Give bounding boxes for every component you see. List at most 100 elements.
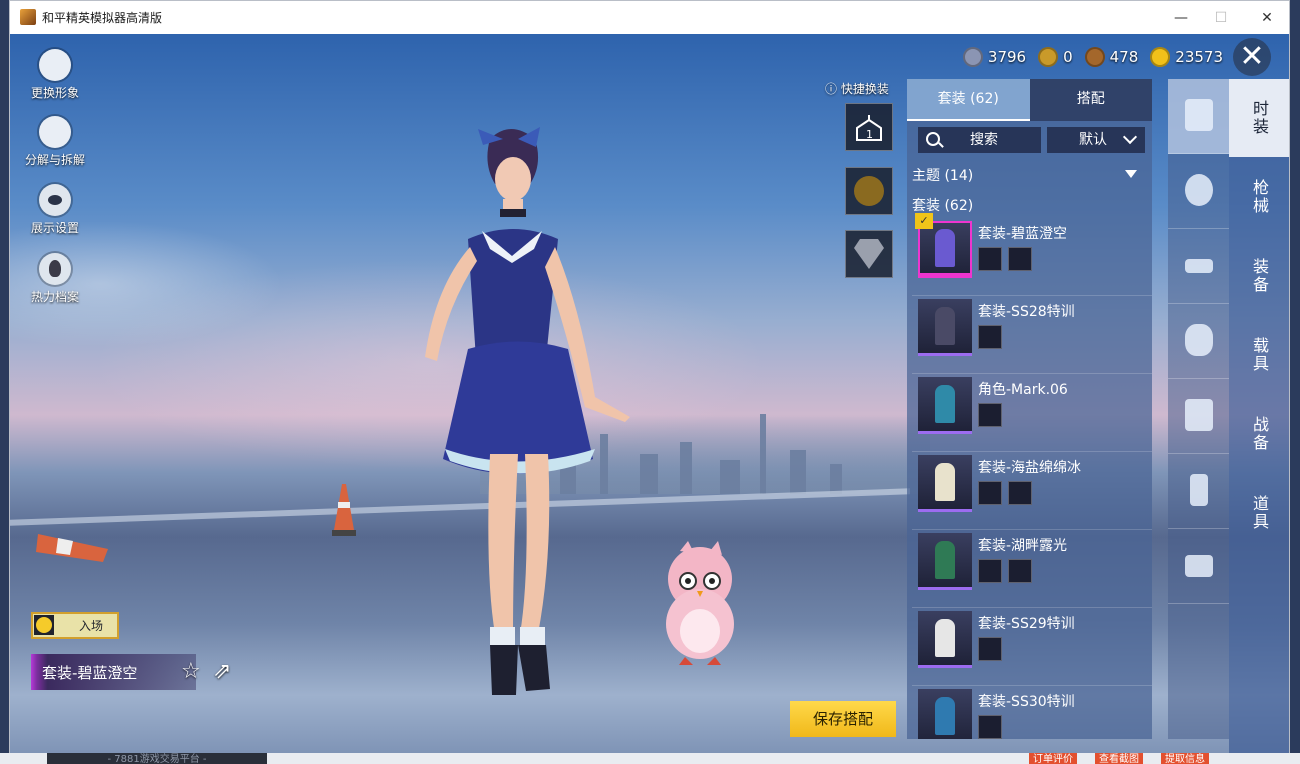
item-thumbnail <box>918 611 972 668</box>
item-thumbnail <box>918 533 972 590</box>
tab-props[interactable]: 道具 <box>1229 474 1289 552</box>
bag-icon <box>1185 174 1213 206</box>
category-icons <box>1168 79 1229 739</box>
help-icon: ⓘ <box>825 82 838 96</box>
smiley-icon <box>34 615 54 635</box>
quick-slot-locked-1[interactable] <box>845 167 893 215</box>
search-icon <box>926 132 940 146</box>
disassemble-button[interactable]: 分解与拆解 <box>20 116 90 168</box>
list-item[interactable]: 套装-海盐绵绵冰 <box>912 451 1152 530</box>
close-wardrobe-button[interactable]: ✕ <box>1233 38 1271 76</box>
gold-ring-coin-icon <box>1038 47 1059 67</box>
item-thumbnail <box>918 221 972 278</box>
order-review-button[interactable]: 订单评价 <box>1029 753 1077 764</box>
chevron-down-icon <box>1122 129 1138 145</box>
dropdown-triangle-icon[interactable] <box>1125 170 1137 178</box>
category-top[interactable] <box>1168 379 1229 454</box>
currency-lightning: 23573 <box>1150 47 1223 67</box>
glasses-icon <box>1185 259 1213 273</box>
close-window-button[interactable]: ✕ <box>1255 7 1279 29</box>
tab-combat-prep[interactable]: 战备 <box>1229 395 1289 473</box>
category-pants[interactable] <box>1168 454 1229 529</box>
display-settings-button[interactable]: 展示设置 <box>20 184 90 236</box>
tab-outfits[interactable]: 套装 (62) <box>907 79 1030 121</box>
sub-item[interactable] <box>1008 559 1032 583</box>
eye-icon <box>39 184 71 216</box>
app-icon <box>20 9 36 25</box>
sub-item[interactable] <box>978 403 1002 427</box>
close-icon: ✕ <box>1239 39 1265 74</box>
lightning-coin-icon <box>1150 47 1171 67</box>
svg-text:1: 1 <box>866 128 873 141</box>
minimize-button[interactable]: — <box>1169 7 1193 29</box>
flame-icon <box>39 253 71 285</box>
jacket-icon <box>1185 399 1213 431</box>
search-box[interactable]: 搜索 <box>918 127 1041 153</box>
favorite-star-icon[interactable]: ☆ <box>181 659 201 684</box>
title-bar: 和平精英模拟器高清版 — ☐ ✕ <box>10 1 1289 34</box>
outfits-count: 套装 (62) <box>912 198 974 214</box>
quick-slot-locked-2[interactable] <box>845 230 893 278</box>
category-mask[interactable] <box>1168 304 1229 379</box>
category-glasses[interactable] <box>1168 229 1229 304</box>
currency-bronze: 478 <box>1084 47 1138 67</box>
trophy-icon <box>854 176 884 206</box>
list-item[interactable]: 套装-SS28特训 <box>912 295 1152 374</box>
currency-bar: 3796 0 478 23573 <box>962 44 1223 70</box>
sub-item[interactable] <box>978 637 1002 661</box>
maximize-button[interactable]: ☐ <box>1209 7 1233 29</box>
currency-gold-ring: 0 <box>1038 47 1073 67</box>
list-item[interactable]: 角色-Mark.06 <box>912 373 1152 452</box>
sub-item[interactable] <box>978 481 1002 505</box>
window-title: 和平精英模拟器高清版 <box>42 11 163 25</box>
list-item[interactable]: 套装-SS29特训 <box>912 607 1152 686</box>
share-icon[interactable]: ⇗ <box>213 659 231 684</box>
sub-item[interactable] <box>978 715 1002 739</box>
desktop-strip: - 7881游戏交易平台 - 订单评价 查看截图 提取信息 <box>0 753 1300 764</box>
sub-item[interactable] <box>1008 247 1032 271</box>
category-bag[interactable] <box>1168 154 1229 229</box>
tab-match[interactable]: 搭配 <box>1029 79 1152 121</box>
category-outfit[interactable] <box>1168 79 1229 154</box>
list-item[interactable]: 套装-湖畔露光 <box>912 529 1152 608</box>
equipped-check-icon: ✓ <box>915 213 933 229</box>
pet-companion <box>666 541 734 665</box>
diamond-icon <box>854 239 884 269</box>
sub-item[interactable] <box>978 559 1002 583</box>
item-thumbnail <box>918 377 972 434</box>
silver-coin-icon <box>962 47 983 67</box>
sub-item[interactable] <box>1008 481 1032 505</box>
extract-info-button[interactable]: 提取信息 <box>1161 753 1209 764</box>
tab-vehicles[interactable]: 载具 <box>1229 316 1289 394</box>
sort-dropdown[interactable]: 默认 <box>1047 127 1145 153</box>
puzzle-icon <box>39 116 71 148</box>
tab-weapons[interactable]: 枪械 <box>1229 158 1289 236</box>
hanger-icon: 1 <box>854 112 884 142</box>
standing-cone <box>332 484 356 536</box>
main-category-tabs: 时装 枪械 装备 载具 战备 道具 <box>1229 79 1289 753</box>
app-window: 和平精英模拟器高清版 — ☐ ✕ 更换形象 分解与拆解 展示设置 热力档案 37… <box>9 0 1290 753</box>
list-item[interactable]: ✓ 套装-碧蓝澄空 <box>912 213 1152 296</box>
category-shoes[interactable] <box>1168 529 1229 604</box>
game-viewport: 更换形象 分解与拆解 展示设置 热力档案 3796 0 478 23573 ✕ … <box>10 34 1289 753</box>
list-item[interactable]: 套装-SS30特训 <box>912 685 1152 739</box>
change-avatar-button[interactable]: 更换形象 <box>20 49 90 101</box>
heat-archive-button[interactable]: 热力档案 <box>20 253 90 305</box>
quick-slot-1[interactable]: 1 <box>845 103 893 151</box>
tab-equipment[interactable]: 装备 <box>1229 237 1289 315</box>
item-thumbnail <box>918 299 972 356</box>
item-thumbnail <box>918 689 972 739</box>
view-screenshot-button[interactable]: 查看截图 <box>1095 753 1143 764</box>
mask-icon <box>1185 324 1213 356</box>
sub-item[interactable] <box>978 325 1002 349</box>
save-outfit-button[interactable]: 保存搭配 <box>790 701 896 737</box>
shoes-icon <box>1185 555 1213 577</box>
quick-change-label[interactable]: ⓘ 快捷换装 <box>825 80 889 97</box>
theme-filter[interactable]: 主题 (14) <box>912 165 973 185</box>
tab-fashion[interactable]: 时装 <box>1229 79 1289 157</box>
fallen-cone <box>36 534 108 562</box>
sub-item[interactable] <box>978 247 1002 271</box>
entrance-button[interactable]: 入场 <box>31 612 119 639</box>
item-thumbnail <box>918 455 972 512</box>
person-icon <box>39 49 71 81</box>
